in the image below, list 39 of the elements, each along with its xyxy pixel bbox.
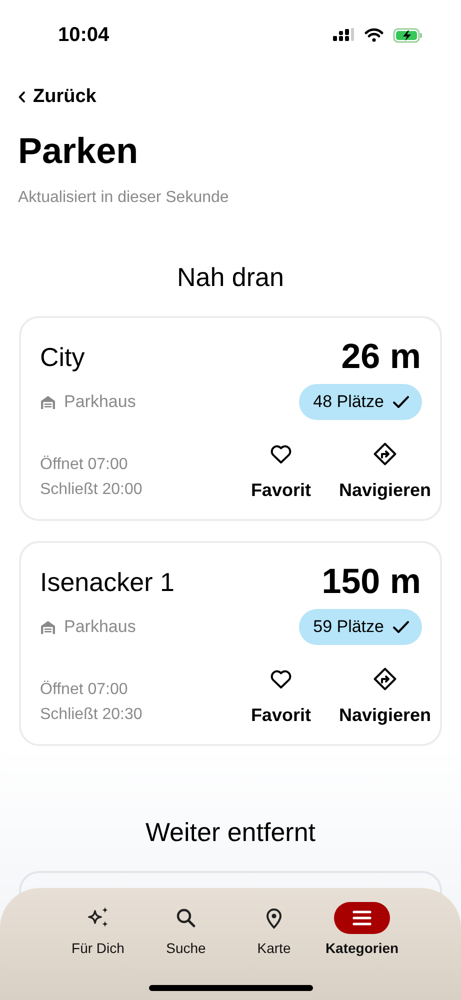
- free-spaces-badge: 48 Plätze: [299, 384, 422, 420]
- wifi-icon: [364, 28, 384, 42]
- closing-time: Schließt 20:30: [40, 705, 142, 725]
- tab-bar-item[interactable]: Suche: [142, 902, 230, 956]
- battery-icon: [393, 28, 423, 42]
- favorite-button[interactable]: Favorit: [250, 442, 311, 502]
- tab-bar-item[interactable]: Für Dich: [54, 902, 142, 956]
- chevron-left-icon: [18, 91, 26, 103]
- navigate-button[interactable]: Navigieren: [338, 442, 431, 502]
- tab-bar-item[interactable]: Karte: [230, 902, 318, 956]
- update-status: Aktualisiert in dieser Sekunde: [18, 188, 230, 208]
- section-heading: Weiter entfernt: [144, 816, 317, 848]
- parking-card[interactable]: Isenacker 1 150 m Parkhaus 59 Plätze Öffnet 07:00 Schließt 20:30 Favorit Navigieren: [19, 541, 442, 746]
- back-link[interactable]: Zurück: [18, 85, 96, 109]
- distance: 150 m: [322, 564, 421, 600]
- navigate-button[interactable]: Navigieren: [338, 667, 431, 727]
- garage-icon: [40, 620, 56, 634]
- turn-sign-icon: [372, 442, 397, 466]
- clock-time: 10:04: [58, 24, 110, 46]
- tab-bar-item[interactable]: Kategorien: [318, 902, 406, 956]
- closing-time: Schließt 20:00: [40, 480, 142, 500]
- checkmark-icon: [392, 395, 410, 409]
- signal-icon: [333, 28, 355, 42]
- page-title: Parken: [18, 129, 140, 173]
- opening-time: Öffnet 07:00: [40, 680, 129, 700]
- opening-time: Öffnet 07:00: [40, 454, 129, 475]
- distance: 26 m: [341, 339, 421, 375]
- facility-type: Parkhaus: [64, 617, 136, 637]
- checkmark-icon: [392, 620, 410, 634]
- parking-card[interactable]: City 26 m Parkhaus 48 Plätze Öffnet 07:00 Schließt 20:00 Favorit Navigieren: [19, 316, 442, 521]
- facility-name: City: [40, 341, 85, 374]
- facility-type: Parkhaus: [64, 392, 136, 412]
- search-icon: [174, 906, 198, 930]
- garage-icon: [40, 395, 56, 409]
- favorite-button[interactable]: Favorit: [250, 667, 311, 727]
- section-heading: Nah dran: [176, 261, 285, 293]
- free-spaces-badge: 59 Plätze: [299, 609, 422, 645]
- turn-sign-icon: [372, 667, 397, 691]
- facility-name: Isenacker 1: [40, 566, 174, 599]
